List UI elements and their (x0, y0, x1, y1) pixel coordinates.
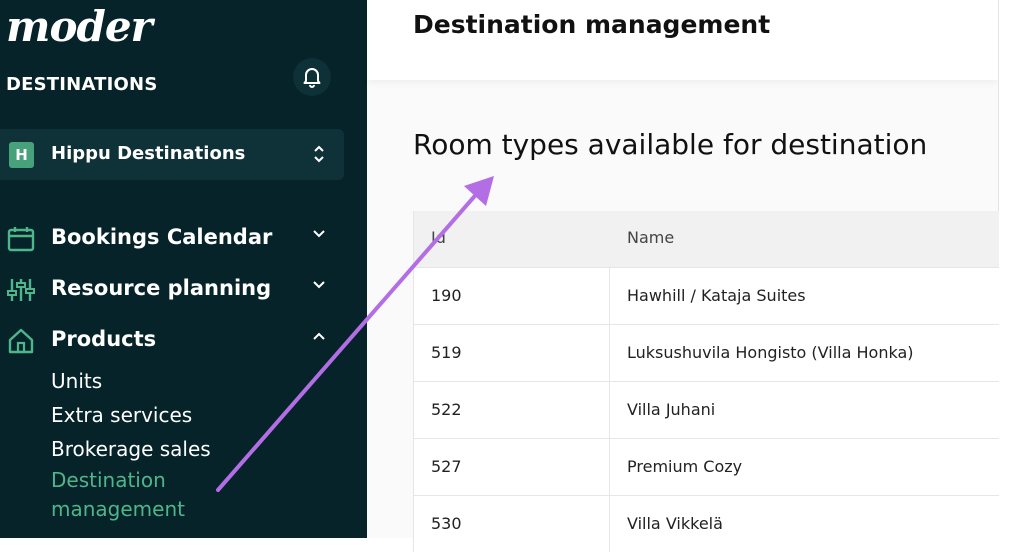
right-panel-edge (998, 0, 1009, 538)
chevron-up-icon (313, 332, 325, 340)
sidebar: moder DESTINATIONS H Hippu Destinations … (0, 0, 367, 538)
nav-label: Bookings Calendar (51, 225, 273, 249)
updown-chevron-icon (314, 145, 324, 163)
nav-label: Products (51, 327, 157, 351)
table-row[interactable]: 519 Luksushuvila Hongisto (Villa Honka) (414, 324, 999, 381)
page-title: Destination management (413, 10, 771, 39)
table-row[interactable]: 190 Hawhill / Kataja Suites (414, 267, 999, 324)
cell-id: 527 (431, 457, 462, 476)
org-badge: H (9, 142, 34, 168)
room-types-table: Id Name 190 Hawhill / Kataja Suites 519 … (413, 211, 999, 552)
column-divider (609, 496, 610, 552)
organization-switcher[interactable]: H Hippu Destinations (0, 129, 344, 180)
cell-name: Premium Cozy (627, 457, 743, 476)
notifications-button[interactable] (293, 58, 331, 96)
column-divider (609, 268, 610, 324)
brand-subtitle: DESTINATIONS (6, 74, 158, 95)
cell-name: Hawhill / Kataja Suites (627, 286, 806, 305)
subnav-label-line2: management (51, 497, 185, 521)
table-row[interactable]: 527 Premium Cozy (414, 438, 999, 495)
cell-name: Villa Vikkelä (627, 514, 723, 533)
table-header: Id Name (414, 211, 999, 267)
table-row[interactable]: 522 Villa Juhani (414, 381, 999, 438)
subnav-label-line1: Destination (51, 468, 166, 492)
cell-id: 522 (431, 400, 462, 419)
nav-bookings-calendar[interactable]: Bookings Calendar (0, 220, 350, 256)
nav-resource-planning[interactable]: Resource planning (0, 271, 350, 307)
column-header-id[interactable]: Id (431, 228, 446, 247)
nav-label: Resource planning (51, 276, 272, 300)
sliders-icon (7, 279, 35, 301)
calendar-icon (7, 227, 35, 252)
top-bar: Destination management (367, 0, 998, 80)
subnav-brokerage-sales[interactable]: Brokerage sales (51, 435, 211, 463)
brand-logo[interactable]: moder (6, 2, 153, 51)
column-divider (609, 382, 610, 438)
main-content: Destination management Room types availa… (367, 0, 1009, 552)
table-row[interactable]: 530 Villa Vikkelä (414, 495, 999, 552)
org-name: Hippu Destinations (51, 143, 246, 164)
subnav-extra-services[interactable]: Extra services (51, 401, 192, 429)
cell-id: 519 (431, 343, 462, 362)
column-header-name[interactable]: Name (627, 228, 674, 247)
subnav-units[interactable]: Units (51, 367, 102, 395)
bell-icon (303, 68, 321, 88)
cell-id: 190 (431, 286, 462, 305)
cell-name: Luksushuvila Hongisto (Villa Honka) (627, 343, 914, 362)
chevron-down-icon (313, 281, 325, 289)
column-divider (609, 325, 610, 381)
cell-id: 530 (431, 514, 462, 533)
chevron-down-icon (313, 230, 325, 238)
cell-name: Villa Juhani (627, 400, 716, 419)
home-icon (8, 328, 34, 354)
nav-products[interactable]: Products (0, 322, 350, 358)
section-title: Room types available for destination (413, 128, 928, 161)
column-divider (609, 439, 610, 495)
